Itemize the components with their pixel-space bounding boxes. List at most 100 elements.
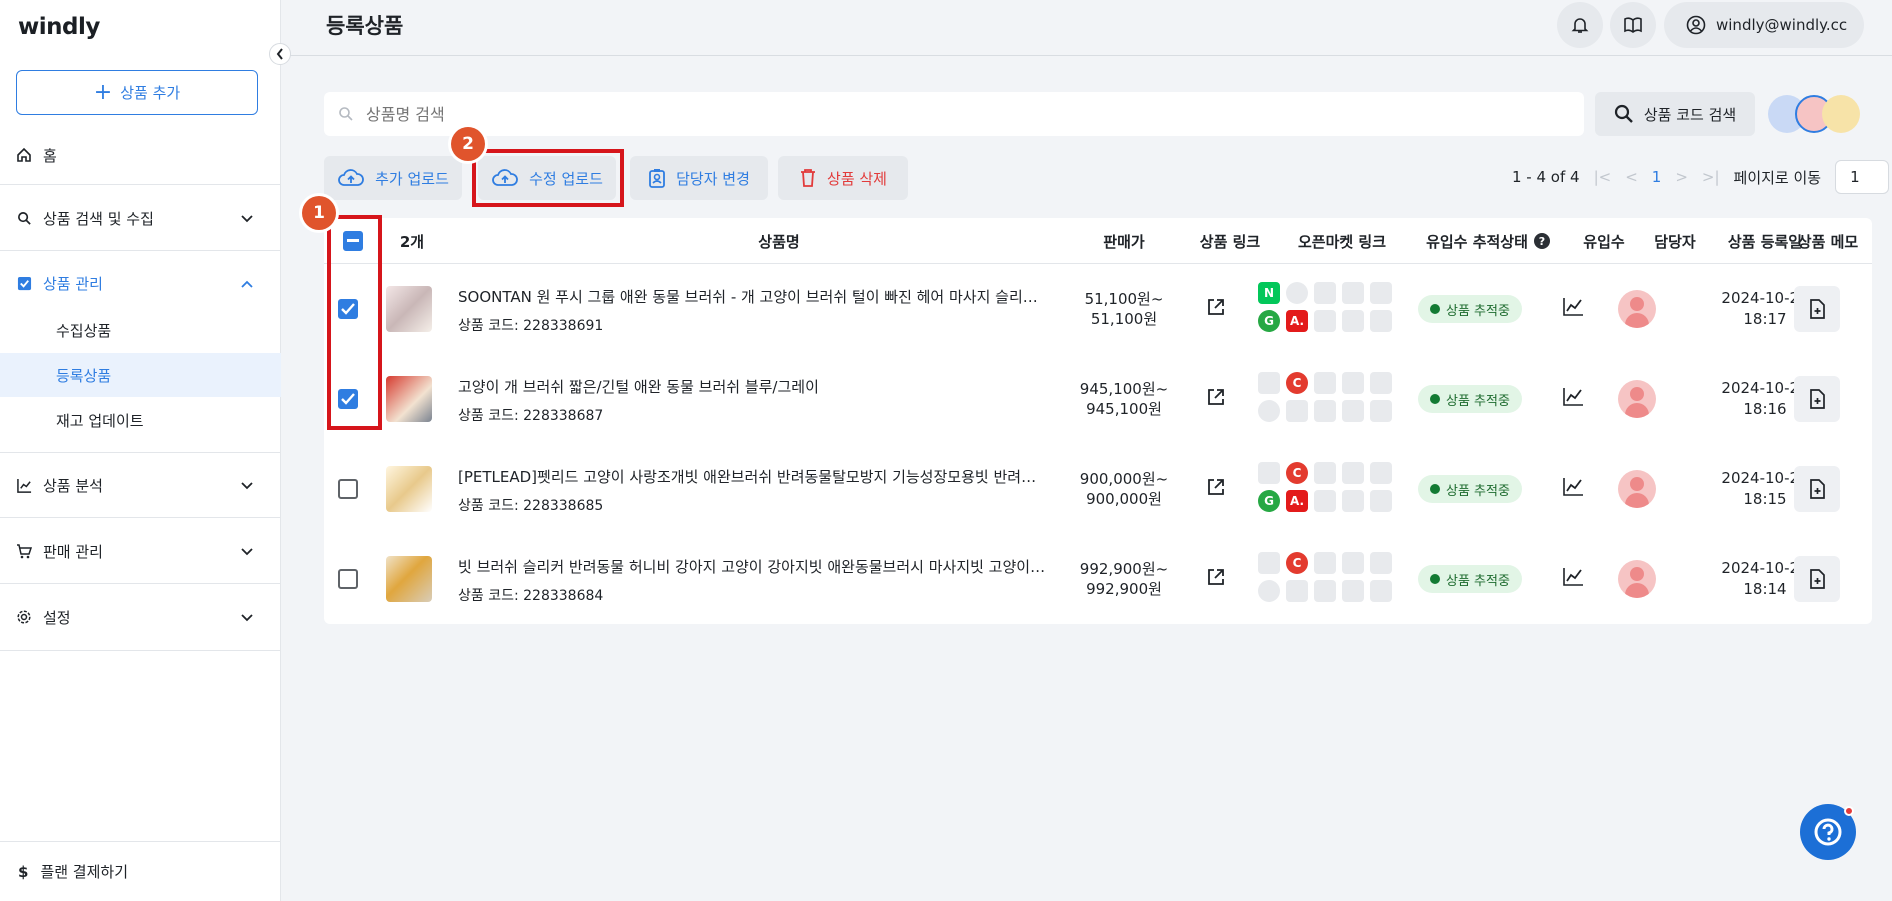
product-name[interactable]: [PETLEAD]펫리드 고양이 사랑조개빗 애완브러쉬 반려동물탈모방지 기능…: [458, 466, 1048, 487]
avatar[interactable]: [1618, 380, 1656, 418]
product-name[interactable]: 고양이 개 브러쉬 짧은/긴털 애완 동물 브러쉬 블루/그레이: [458, 376, 1048, 397]
select-all-checkbox[interactable]: [343, 231, 363, 251]
help-icon[interactable]: ?: [1533, 233, 1550, 249]
row-checkbox-cell: [338, 569, 358, 589]
avatar[interactable]: [1618, 290, 1656, 328]
avatar[interactable]: [1618, 470, 1656, 508]
openmarket-icon-naver[interactable]: N: [1258, 282, 1280, 304]
inflow-chart-button[interactable]: [1562, 567, 1584, 587]
top-bar: 등록상품 windly@windly.cc: [282, 0, 1892, 56]
home-icon: [15, 146, 33, 164]
product-link-button[interactable]: [1206, 297, 1226, 317]
inflow-chart-button[interactable]: [1562, 387, 1584, 407]
tracking-status-cell: 상품 추적중: [1418, 475, 1522, 503]
row-checkbox-cell: [338, 479, 358, 499]
product-thumbnail[interactable]: [386, 376, 432, 422]
sidebar-item-collected[interactable]: 수집상품: [0, 308, 281, 352]
product-name[interactable]: SOONTAN 원 푸시 그룹 애완 동물 브러쉬 - 개 고양이 브러쉬 털이…: [458, 286, 1048, 307]
first-page-icon[interactable]: |<: [1594, 168, 1612, 186]
nav-sales[interactable]: 판매 관리: [0, 536, 281, 566]
openmarket-icon-gmarket[interactable]: G: [1258, 310, 1280, 332]
notification-button[interactable]: [1557, 2, 1603, 48]
step-badge-2: 2: [451, 127, 485, 161]
status-dot: [1430, 304, 1440, 314]
memo-button[interactable]: [1794, 466, 1840, 512]
row-checkbox[interactable]: [338, 479, 358, 499]
row-checkbox[interactable]: [338, 299, 358, 319]
openmarket-icon-tmon: [1342, 372, 1364, 394]
nav-search-collect[interactable]: 상품 검색 및 수집: [0, 203, 281, 233]
th-memo-label: 상품 메모: [1797, 232, 1859, 251]
openmarket-icon-gmarket[interactable]: G: [1258, 490, 1280, 512]
product-code: 상품 코드: 228338684: [458, 588, 604, 604]
nav-product-manage[interactable]: 상품 관리: [0, 268, 281, 298]
app-logo[interactable]: windly: [18, 14, 100, 40]
table-row[interactable]: SOONTAN 원 푸시 그룹 애완 동물 브러쉬 - 개 고양이 브러쉬 털이…: [324, 264, 1872, 354]
product-search-box[interactable]: [324, 92, 1584, 136]
avatar[interactable]: [1618, 560, 1656, 598]
plan-payment-link[interactable]: $ 플랜 결제하기: [0, 841, 281, 901]
sidebar-collapse-button[interactable]: [269, 43, 291, 65]
product-thumbnail[interactable]: [386, 286, 432, 332]
user-account-button[interactable]: windly@windly.cc: [1664, 2, 1864, 48]
product-link-button[interactable]: [1206, 477, 1226, 497]
openmarket-icon-tmon: [1342, 462, 1364, 484]
table-row[interactable]: 빗 브러쉬 슬리커 반려동물 허니비 강아지 고양이 강아지빗 애완동물브러시 …: [324, 534, 1872, 624]
product-code: 상품 코드: 228338691: [458, 318, 604, 334]
openmarket-icon-coupang[interactable]: C: [1286, 552, 1308, 574]
add-product-button[interactable]: + 상품 추가: [16, 70, 258, 115]
status-badge: 상품 추적중: [1418, 295, 1522, 323]
add-upload-button[interactable]: 추가 업로드: [324, 156, 462, 200]
divider: [0, 452, 281, 453]
nav-home[interactable]: 홈: [0, 140, 281, 170]
line-chart-icon: [1563, 568, 1583, 586]
manager-filter-avatars[interactable]: [1768, 95, 1860, 135]
code-search-button[interactable]: 상품 코드 검색: [1595, 92, 1755, 136]
next-page-icon[interactable]: >: [1675, 168, 1688, 186]
table-header: 2개 상품명 판매가 상품 링크 오픈마켓 링크 유입수 추적상태 ? 유입수 …: [324, 218, 1872, 264]
current-page[interactable]: 1: [1652, 168, 1662, 186]
openmarket-icon-gmarket: [1258, 580, 1280, 602]
reg-date-time: 18:16: [1743, 400, 1787, 418]
product-thumbnail[interactable]: [386, 466, 432, 512]
row-checkbox[interactable]: [338, 569, 358, 589]
openmarket-icon-auction-a[interactable]: A.: [1286, 310, 1308, 332]
help-chat-button[interactable]: [1800, 804, 1856, 860]
sidebar-item-registered[interactable]: 등록상품: [0, 353, 281, 397]
memo-button[interactable]: [1794, 556, 1840, 602]
chevron-down-icon: [241, 209, 253, 227]
checkbox-icon: [15, 274, 33, 292]
openmarket-icon-auction: [1370, 462, 1392, 484]
product-name[interactable]: 빗 브러쉬 슬리커 반려동물 허니비 강아지 고양이 강아지빗 애완동물브러시 …: [458, 556, 1048, 577]
avatar-yellow[interactable]: [1822, 95, 1860, 133]
openmarket-links: N G A.: [1258, 282, 1408, 332]
edit-upload-button[interactable]: 수정 업로드: [478, 156, 616, 200]
memo-button[interactable]: [1794, 376, 1840, 422]
product-link-button[interactable]: [1206, 567, 1226, 587]
nav-analysis[interactable]: 상품 분석: [0, 470, 281, 500]
external-link-icon: [1208, 299, 1224, 315]
row-checkbox[interactable]: [338, 389, 358, 409]
openmarket-icon-coupang[interactable]: C: [1286, 372, 1308, 394]
inflow-chart-button[interactable]: [1562, 297, 1584, 317]
nav-settings[interactable]: 설정: [0, 602, 281, 632]
guide-button[interactable]: [1610, 2, 1656, 48]
table-row[interactable]: 고양이 개 브러쉬 짧은/긴털 애완 동물 브러쉬 블루/그레이 상품 코드: …: [324, 354, 1872, 444]
openmarket-icon-coupang[interactable]: C: [1286, 462, 1308, 484]
product-info: SOONTAN 원 푸시 그룹 애완 동물 브러쉬 - 개 고양이 브러쉬 털이…: [458, 286, 1048, 335]
inflow-chart-button[interactable]: [1562, 477, 1584, 497]
last-page-icon[interactable]: >|: [1702, 168, 1720, 186]
change-manager-button[interactable]: 담당자 변경: [630, 156, 768, 200]
delete-product-label: 상품 삭제: [827, 169, 887, 188]
sidebar-item-stock-update[interactable]: 재고 업데이트: [0, 398, 281, 442]
product-thumbnail[interactable]: [386, 556, 432, 602]
table-row[interactable]: [PETLEAD]펫리드 고양이 사랑조개빗 애완브러쉬 반려동물탈모방지 기능…: [324, 444, 1872, 534]
product-search-input[interactable]: [366, 104, 1266, 124]
product-link-button[interactable]: [1206, 387, 1226, 407]
goto-page-input[interactable]: 1: [1835, 160, 1890, 194]
gear-icon: [15, 608, 33, 626]
openmarket-icon-auction-a[interactable]: A.: [1286, 490, 1308, 512]
prev-page-icon[interactable]: <: [1625, 168, 1638, 186]
memo-button[interactable]: [1794, 286, 1840, 332]
delete-product-button[interactable]: 상품 삭제: [778, 156, 908, 200]
